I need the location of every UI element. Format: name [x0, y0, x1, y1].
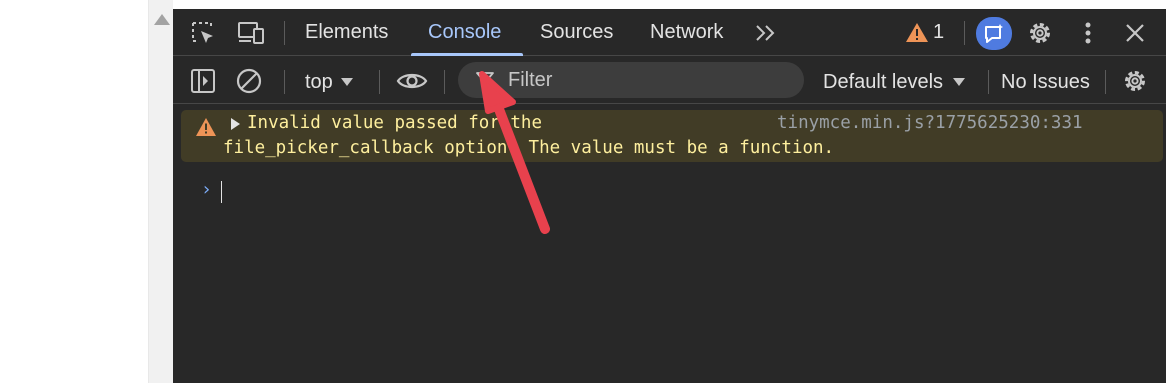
console-settings-gear-icon[interactable] [1120, 67, 1150, 95]
ai-chat-sparkle-icon [985, 23, 1003, 43]
ai-assistance-button[interactable] [976, 17, 1012, 50]
devtools-tabbar: Elements Console Sources Network 1 [173, 9, 1166, 56]
log-levels-dropdown[interactable]: Default levels [823, 67, 966, 97]
issues-button[interactable]: No Issues [1001, 67, 1090, 97]
more-tabs-chevron-icon[interactable] [753, 21, 779, 45]
live-expression-eye-icon[interactable] [395, 67, 429, 95]
filter-funnel-icon [476, 72, 494, 88]
scroll-up-arrow-icon[interactable] [154, 14, 170, 25]
context-value: top [305, 70, 333, 93]
tab-sources[interactable]: Sources [540, 9, 613, 56]
console-prompt-chevron-icon: › [201, 179, 212, 200]
close-devtools-icon[interactable] [1121, 19, 1149, 47]
devtools-panel: Elements Console Sources Network 1 top F… [173, 9, 1166, 383]
page-top-strip [0, 0, 1166, 9]
inspect-element-icon[interactable] [189, 19, 217, 47]
settings-gear-icon[interactable] [1025, 19, 1055, 47]
context-selector[interactable]: top [305, 67, 353, 97]
toolbar-separator [1105, 70, 1106, 94]
console-warning-message[interactable]: Invalid value passed for the tinymce.min… [181, 110, 1163, 162]
more-options-kebab-icon[interactable] [1076, 19, 1100, 47]
dropdown-caret-icon [953, 78, 966, 86]
tab-network[interactable]: Network [650, 9, 723, 56]
filter-placeholder: Filter [508, 69, 553, 91]
warning-triangle-icon [906, 22, 928, 42]
tabbar-separator [964, 21, 965, 45]
warnings-counter[interactable]: 1 [905, 20, 944, 44]
toolbar-separator [284, 70, 285, 94]
toggle-sidebar-icon[interactable] [189, 67, 217, 95]
page-scrollbar[interactable] [148, 0, 173, 383]
tabbar-separator [284, 21, 285, 45]
toolbar-separator [444, 70, 445, 94]
web-page-area [0, 0, 148, 383]
clear-console-icon[interactable] [235, 67, 263, 95]
dropdown-caret-icon [340, 78, 353, 86]
tab-elements[interactable]: Elements [305, 9, 388, 56]
warning-text-line-2: file_picker_callback option. The value m… [223, 138, 835, 158]
console-input-caret[interactable] [221, 181, 222, 203]
expand-message-triangle-icon[interactable] [231, 118, 240, 130]
log-levels-label: Default levels [823, 70, 944, 93]
warnings-count-value: 1 [933, 20, 945, 43]
toolbar-separator [988, 70, 989, 94]
source-location-link[interactable]: tinymce.min.js?1775625230:331 [777, 113, 1083, 133]
filter-input[interactable]: Filter [458, 62, 804, 98]
toolbar-separator [379, 70, 380, 94]
warning-text-line-1: Invalid value passed for the [247, 113, 543, 133]
warning-triangle-icon [196, 118, 216, 136]
tab-console[interactable]: Console [428, 9, 501, 56]
device-toolbar-icon[interactable] [235, 19, 267, 47]
